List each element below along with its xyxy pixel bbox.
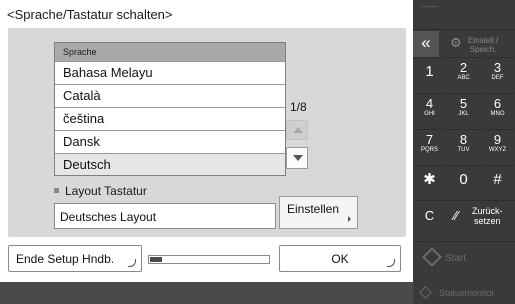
key-letters: PQRS	[420, 147, 438, 153]
key-asterisk[interactable]: ✱	[413, 165, 446, 194]
key-digit: #	[493, 171, 502, 188]
scroll-down-button[interactable]	[286, 147, 308, 169]
keypad-status-area: -----	[413, 0, 515, 30]
key-hash[interactable]: #	[481, 165, 514, 194]
scroll-up-button[interactable]	[286, 120, 308, 140]
key-1[interactable]: 1	[413, 57, 446, 86]
layout-value-field: Deutsches Layout	[54, 203, 276, 229]
key-3[interactable]: 3 DEF	[481, 57, 514, 86]
page-indicator: 1/8	[290, 100, 307, 114]
settings-content: Sprache Bahasa Melayu Català čeština Dan…	[8, 28, 406, 237]
key-9[interactable]: 9 WXYZ	[481, 129, 514, 158]
clear-label: C	[424, 208, 435, 223]
status-monitor-button[interactable]: Statusmonitor	[413, 282, 515, 304]
key-6[interactable]: 6 MNO	[481, 93, 514, 122]
page-title: <Sprache/Tastatur schalten>	[0, 0, 413, 27]
reset-label: Zurück- setzen	[472, 206, 503, 226]
key-digit: 2	[459, 60, 468, 75]
main-panel: <Sprache/Tastatur schalten> Sprache Baha…	[0, 0, 413, 282]
key-5[interactable]: 5 JKL	[447, 93, 480, 122]
layout-label: Layout Tastatur	[54, 184, 147, 198]
diamond-icon	[419, 286, 432, 299]
status-monitor-label: Statusmonitor	[439, 288, 495, 298]
gear-icon: ⚙	[450, 35, 462, 50]
status-dots: -----	[421, 4, 438, 11]
end-setup-guide-button[interactable]: Ende Setup Hndb.	[8, 245, 142, 272]
list-item-deutsch[interactable]: Deutsch	[55, 153, 285, 175]
ok-button-label: OK	[331, 252, 349, 266]
key-letters: TUV	[457, 147, 470, 153]
key-letters: GHI	[424, 111, 435, 117]
key-digit: 5	[459, 96, 468, 111]
key-digit: 8	[459, 132, 468, 147]
key-digit: 7	[425, 132, 434, 147]
key-letters: DEF	[491, 75, 504, 81]
key-digit: 1	[425, 63, 434, 80]
start-button[interactable]: Start	[413, 241, 515, 277]
setup-progress-fill	[150, 257, 162, 262]
key-digit: 6	[493, 96, 502, 111]
settings-register-button[interactable]: ⚙ Einstell./ Speich.	[440, 31, 515, 57]
set-layout-button[interactable]: Einstellen	[279, 196, 358, 229]
language-list[interactable]: Sprache Bahasa Melayu Català čeština Dan…	[54, 42, 286, 176]
double-chevron-left-icon: «	[421, 33, 431, 52]
keypad-panel: ----- « ⚙ Einstell./ Speich. 1 2 ABC 3 DEF 4 G…	[413, 0, 515, 304]
list-item-dansk[interactable]: Dansk	[55, 130, 285, 152]
key-digit: 3	[493, 60, 502, 75]
bottom-strip	[0, 282, 413, 304]
layout-label-text: Layout Tastatur	[65, 184, 147, 198]
diamond-icon	[422, 247, 442, 267]
end-setup-guide-label: Ende Setup Hndb.	[16, 252, 115, 266]
corner-arrow-icon	[387, 259, 395, 267]
start-label: Start	[445, 253, 467, 264]
key-letters: WXYZ	[488, 147, 507, 153]
reset-icon: ⁄⁄	[454, 208, 459, 223]
key-letters: MNO	[490, 111, 505, 117]
key-letters: JKL	[458, 111, 469, 117]
ok-button[interactable]: OK	[279, 245, 401, 272]
key-digit: ✱	[423, 171, 436, 188]
set-layout-button-label: Einstellen	[287, 202, 340, 216]
list-item-catala[interactable]: Català	[55, 84, 285, 106]
key-letters: ABC	[457, 75, 470, 81]
list-item-cestina[interactable]: čeština	[55, 107, 285, 129]
reset-button[interactable]: ⁄⁄ Zurück- setzen	[446, 200, 515, 229]
key-4[interactable]: 4 GHI	[413, 93, 446, 122]
list-item-bahasa-melayu[interactable]: Bahasa Melayu	[55, 61, 285, 83]
setup-progress-bar	[148, 255, 270, 264]
key-2[interactable]: 2 ABC	[447, 57, 480, 86]
key-digit: 0	[459, 171, 468, 188]
back-button[interactable]: «	[413, 31, 439, 57]
bullet-icon	[54, 188, 59, 193]
key-digit: 9	[493, 132, 502, 147]
key-8[interactable]: 8 TUV	[447, 129, 480, 158]
settings-register-label: Einstell./ Speich.	[468, 36, 499, 54]
key-0[interactable]: 0	[447, 165, 480, 194]
clear-button[interactable]: C	[413, 200, 446, 229]
corner-arrow-icon	[128, 259, 136, 267]
language-list-header: Sprache	[55, 43, 285, 61]
key-7[interactable]: 7 PQRS	[413, 129, 446, 158]
key-digit: 4	[425, 96, 434, 111]
